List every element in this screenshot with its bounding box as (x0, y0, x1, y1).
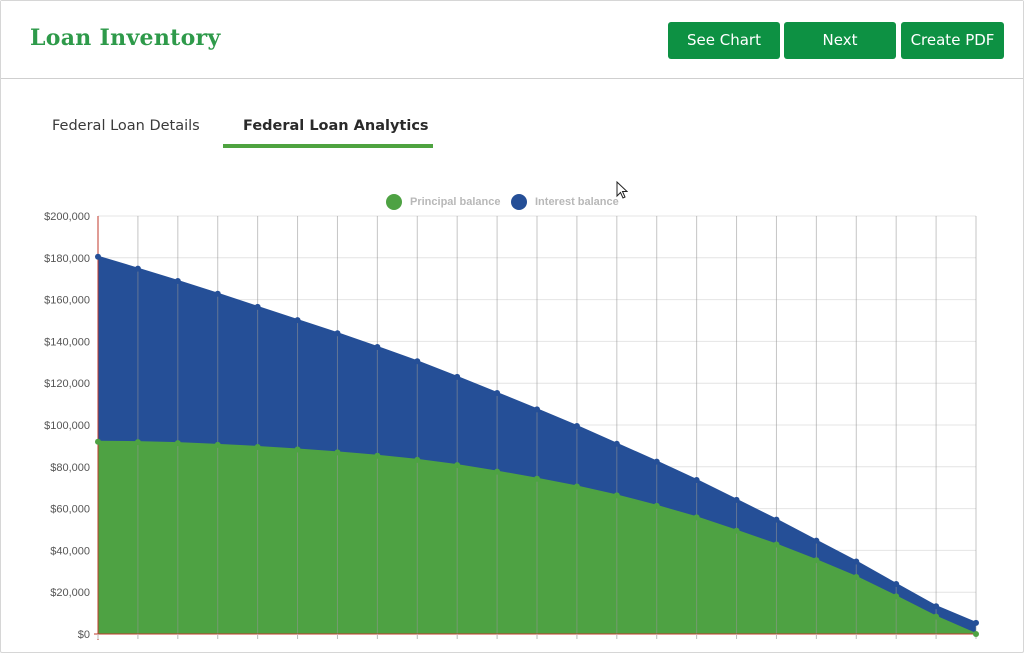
interest-balance-point (134, 265, 141, 272)
principal-balance-point (454, 462, 461, 469)
y-tick-label: $200,000 (44, 211, 90, 223)
mouse-cursor-icon (616, 181, 628, 199)
y-tick-label: $20,000 (50, 587, 90, 599)
principal-balance-point (773, 541, 780, 548)
y-tick-label: $180,000 (44, 253, 90, 265)
interest-balance-point (334, 330, 341, 337)
principal-balance-point (573, 483, 580, 490)
interest-balance-point (813, 537, 820, 544)
principal-balance-point (214, 441, 221, 448)
loan-balance-chart: $200,000 $180,000 $160,000 $140,000 $120,000… (44, 211, 979, 641)
principal-balance-point (95, 438, 101, 445)
interest-balance-point (693, 476, 700, 483)
y-tick-label: $60,000 (50, 504, 90, 516)
principal-balance-point (254, 443, 261, 450)
principal-balance-point (893, 593, 900, 600)
principal-balance-point (414, 456, 421, 463)
interest-balance-point (893, 581, 900, 588)
principal-balance-point (334, 449, 341, 456)
principal-balance-point (494, 468, 501, 475)
principal-balance-point (733, 527, 740, 534)
principal-balance-point (973, 631, 979, 637)
principal-balance-point (294, 446, 301, 453)
principal-balance-point (933, 613, 940, 620)
principal-balance-point (653, 502, 660, 509)
interest-balance-point (573, 423, 580, 430)
interest-balance-point (613, 440, 620, 447)
principal-balance-point (534, 475, 540, 482)
interest-balance-point (294, 317, 301, 324)
principal-balance-point (813, 557, 820, 564)
interest-balance-point (853, 558, 860, 565)
interest-balance-point (454, 373, 461, 380)
interest-balance-point (374, 344, 381, 351)
interest-balance-point (653, 458, 660, 465)
interest-balance-point (494, 390, 501, 397)
principal-balance-point (134, 439, 141, 446)
y-tick-label: $140,000 (44, 336, 90, 348)
interest-balance-point (973, 619, 979, 626)
y-tick-label: $0 (78, 629, 90, 641)
interest-balance-point (174, 277, 181, 284)
interest-balance-point (414, 358, 421, 365)
principal-balance-point (174, 440, 181, 447)
interest-balance-point (214, 290, 221, 297)
principal-balance-point (853, 573, 860, 580)
principal-balance-point (374, 452, 381, 459)
y-tick-label: $160,000 (44, 295, 90, 307)
interest-balance-point (933, 603, 940, 610)
interest-balance-point (95, 253, 101, 260)
principal-balance-point (613, 492, 620, 499)
interest-balance-point (773, 516, 780, 523)
y-tick-label: $120,000 (44, 378, 90, 390)
interest-balance-point (733, 496, 740, 503)
principal-balance-point (693, 514, 700, 521)
interest-balance-point (534, 406, 540, 413)
y-tick-label: $80,000 (50, 462, 90, 474)
y-tick-label: $100,000 (44, 420, 90, 432)
y-tick-label: $40,000 (50, 545, 90, 557)
interest-balance-point (254, 303, 261, 310)
